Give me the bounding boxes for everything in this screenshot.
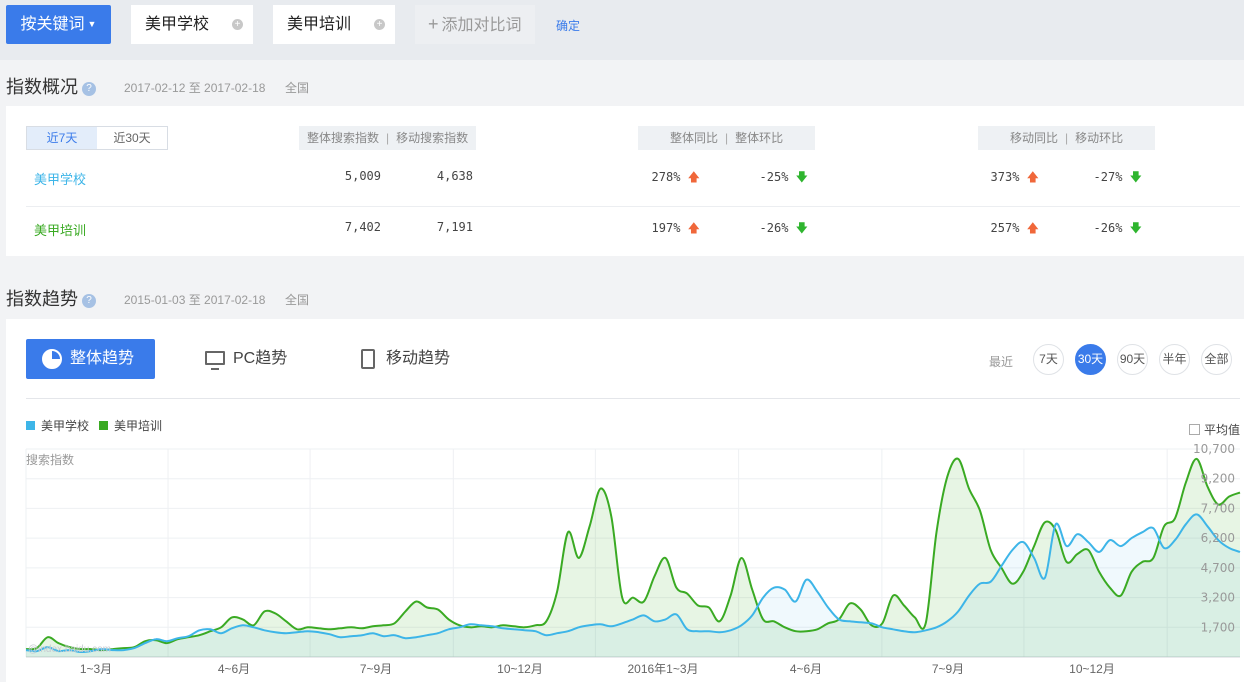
help-icon[interactable]: ? [82,294,96,308]
header-total-yoy: 整体同比 [670,131,719,145]
row2-mobile-mom-value: -26% [1093,221,1123,235]
arrow-up-icon: 🡅 [687,221,700,235]
row1-total-mom: -25% 🡇 [738,168,808,189]
trend-chart[interactable]: 1,700 3,200 4,700 6,200 7,700 9,200 10,700 搜索指数… [6,319,1244,682]
arrow-down-icon: 🡇 [795,221,808,235]
help-icon[interactable]: ? [82,82,96,96]
x-tick-label-5: 4~6月 [790,662,822,676]
keyword-1-label: 美甲学校 [145,16,210,33]
header-mobile-yoy: 移动同比 [1010,131,1059,145]
row-keyword-2[interactable]: 美甲培训 [34,220,86,239]
y-tick-label-0: 1,700 [1201,620,1235,634]
y-tick-label-3: 6,200 [1201,531,1235,545]
row2-mobile-mom: -26% 🡇 [1072,219,1142,240]
trend-panel: 整体趋势 PC趋势 移动趋势 最近 7天 30天 90天 半年 全部 美甲学校 … [6,319,1244,682]
row2-total-index: 7,402 [344,220,381,234]
arrow-down-icon: 🡇 [1129,170,1142,184]
row-divider [26,206,1240,207]
keyword-input-2[interactable]: 美甲培训 + [273,5,395,44]
trend-title: 指数趋势? [6,285,96,311]
row1-mobile-index: 4,638 [436,169,473,183]
keyword-mode-button[interactable]: 按关键词 ▼ [6,5,111,44]
row2-mobile-yoy: 257% 🡅 [969,219,1039,240]
row1-total-yoy: 278% 🡅 [630,168,700,189]
y-tick-label-4: 7,700 [1201,501,1235,515]
arrow-down-icon: 🡇 [795,170,808,184]
trend-date-range: 2015-01-03 至 2017-02-18 [124,293,266,307]
keyword-input-1[interactable]: 美甲学校 + [131,5,253,44]
watermark: @index.baidu.com [28,644,111,655]
row2-total-mom-value: -26% [759,221,789,235]
keyword-mode-label: 按关键词 [20,16,85,33]
plus-circle-icon[interactable]: + [232,19,243,30]
row2-total-yoy: 197% 🡅 [630,219,700,240]
add-compare-keyword-button[interactable]: + 添加对比词 [415,5,535,44]
x-tick-label-3: 10~12月 [497,662,543,676]
header-mobile-index: 移动搜索指数 [396,131,469,145]
row1-mobile-yoy-value: 373% [990,170,1020,184]
x-tick-label-0: 1~3月 [80,662,112,676]
keyword-2-label: 美甲培训 [287,16,352,33]
header-total-index: 整体搜索指数 [307,131,380,145]
arrow-up-icon: 🡅 [1026,170,1039,184]
plus-icon: + [428,14,439,34]
y-tick-label-6: 10,700 [1193,442,1235,456]
overview-date-range: 2017-02-12 至 2017-02-18 [124,81,266,95]
period-toggle: 近7天 近30天 [26,126,168,150]
row1-total-index: 5,009 [344,169,381,183]
overview-region: 全国 [285,81,310,95]
row1-mobile-mom: -27% 🡇 [1072,168,1142,189]
row1-total-yoy-value: 278% [651,170,681,184]
y-tick-label-2: 4,700 [1201,561,1235,575]
total-change-header: 整体同比 | 整体环比 [638,126,816,150]
x-tick-label-2: 7~9月 [360,662,392,676]
row2-mobile-index: 7,191 [436,220,473,234]
row1-total-mom-value: -25% [759,170,789,184]
row2-total-yoy-value: 197% [651,221,681,235]
row-keyword-1[interactable]: 美甲学校 [34,169,86,188]
overview-title-text: 指数概况 [6,77,78,97]
arrow-up-icon: 🡅 [687,170,700,184]
plus-circle-icon[interactable]: + [374,19,385,30]
y-tick-label-5: 9,200 [1201,472,1235,486]
trend-region: 全国 [285,293,310,307]
x-tick-label-4: 2016年1~3月 [627,662,698,676]
period-30d-tab[interactable]: 近30天 [97,127,167,149]
trend-title-text: 指数趋势 [6,289,78,309]
row2-total-mom: -26% 🡇 [738,219,808,240]
period-7d-tab[interactable]: 近7天 [27,127,97,149]
header-total-mom: 整体环比 [735,131,784,145]
row1-mobile-yoy: 373% 🡅 [969,168,1039,189]
add-compare-label: 添加对比词 [441,17,522,34]
confirm-link[interactable]: 确定 [556,17,580,34]
arrow-up-icon: 🡅 [1026,221,1039,235]
row1-mobile-mom-value: -27% [1093,170,1123,184]
index-column-header: 整体搜索指数 | 移动搜索指数 [299,126,477,150]
keyword-bar: 按关键词 ▼ 美甲学校 + 美甲培训 + + 添加对比词 确定 [0,0,1244,60]
caret-down-icon: ▼ [87,19,97,29]
x-tick-label-1: 4~6月 [218,662,250,676]
y-tick-label-1: 3,200 [1201,591,1235,605]
mobile-change-header: 移动同比 | 移动环比 [978,126,1156,150]
y-axis-label: 搜索指数 [26,452,74,467]
x-tick-label-6: 7~9月 [932,662,964,676]
header-mobile-mom: 移动环比 [1075,131,1124,145]
overview-title: 指数概况? [6,73,96,99]
x-tick-label-7: 10~12月 [1069,662,1115,676]
row2-mobile-yoy-value: 257% [990,221,1020,235]
overview-panel: 近7天 近30天 整体搜索指数 | 移动搜索指数 整体同比 | 整体环比 移动同比 | 移动… [6,106,1244,256]
arrow-down-icon: 🡇 [1129,221,1142,235]
